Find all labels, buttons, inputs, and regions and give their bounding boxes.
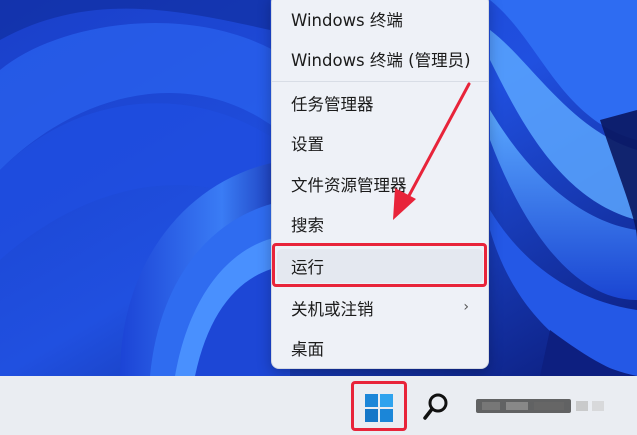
search-icon [423,393,448,420]
blurred-app-icon[interactable] [476,395,606,417]
start-highlight-box [351,381,407,431]
annotation-arrow [393,82,471,220]
search-button[interactable] [421,391,451,423]
